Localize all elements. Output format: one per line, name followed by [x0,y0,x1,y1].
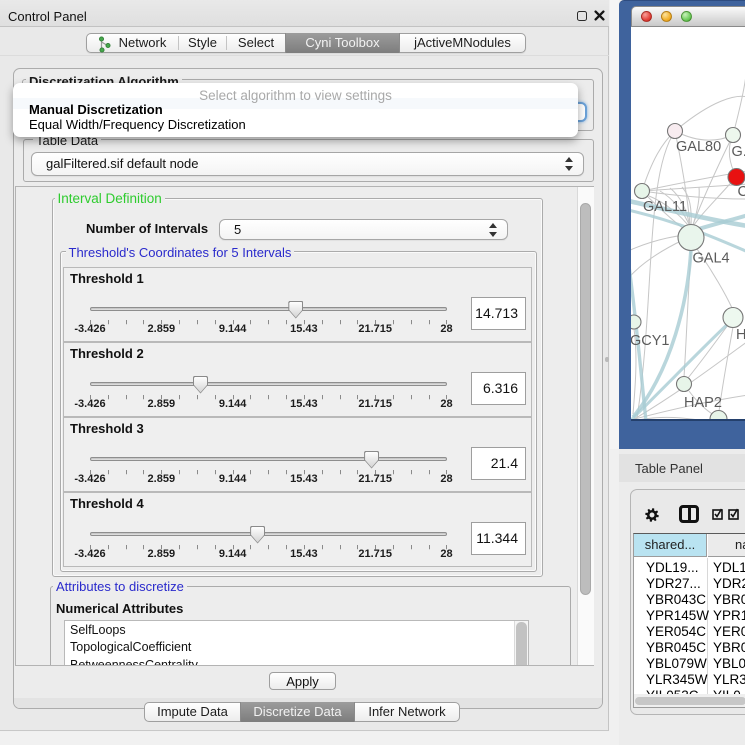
svg-text:GAL80: GAL80 [676,139,721,155]
svg-text:H: H [736,327,745,343]
svg-text:GCY1: GCY1 [631,333,670,349]
svg-text:HAP2: HAP2 [684,395,722,411]
svg-text:GAL4: GAL4 [693,251,730,267]
svg-text:C: C [738,184,745,200]
svg-text:GAL11: GAL11 [643,199,687,215]
svg-text:G.: G. [732,144,745,160]
